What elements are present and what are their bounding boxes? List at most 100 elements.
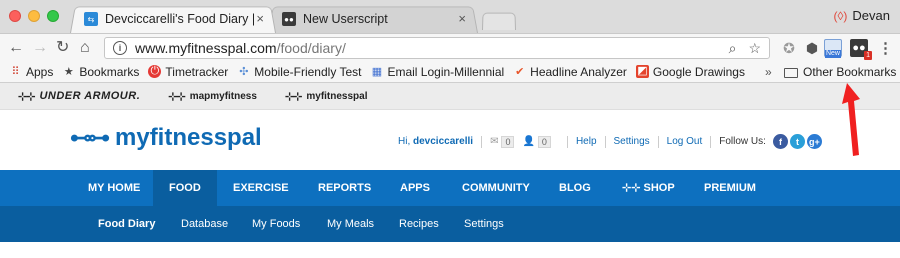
bookmark-label: Timetracker	[165, 64, 229, 79]
extension-gray-icon[interactable]: ✪	[780, 39, 798, 57]
zoom-search-icon[interactable]: ⌕	[729, 40, 737, 57]
subnav-my-foods[interactable]: My Foods	[252, 206, 300, 242]
tab-title: New Userscript	[303, 12, 388, 26]
ua-link-mapmyfitness[interactable]: ⊹⊹ mapmyfitness	[168, 90, 257, 103]
subnav-database[interactable]: Database	[181, 206, 228, 242]
mfp-favicon-icon: ⇆	[84, 12, 98, 26]
nav-reports[interactable]: REPORTS	[318, 170, 371, 206]
help-link[interactable]: Help	[576, 136, 597, 147]
site-header: ⊷⊶ myfitnesspal Hi, devciccarelli ✉ 0 👤 0 …	[0, 110, 900, 170]
timetracker-icon: ⏻	[148, 65, 162, 78]
tab-strip: ⇆ Devciccarelli's Food Diary | My × ●● N…	[0, 0, 900, 33]
bookmark-headline-analyzer[interactable]: ✔ Headline Analyzer	[513, 65, 627, 79]
bookmark-email-login[interactable]: ▦ Email Login-Millennial	[370, 65, 504, 79]
username-link[interactable]: devciccarelli	[413, 136, 473, 147]
extension-new-icon[interactable]: New	[824, 39, 842, 58]
reload-icon[interactable]: ↻	[56, 38, 69, 58]
ua-link-label: mapmyfitness	[189, 90, 257, 102]
google-plus-icon[interactable]: g+	[806, 134, 822, 149]
profile-icon: (◊)	[833, 8, 848, 23]
bookmark-mobile-friendly[interactable]: ✣ Mobile-Friendly Test	[237, 65, 361, 79]
close-window-button[interactable]	[9, 10, 21, 22]
nav-exercise[interactable]: EXERCISE	[233, 170, 289, 206]
tampermonkey-extension-icon[interactable]: ●● 1	[850, 39, 872, 60]
site-logo[interactable]: ⊷⊶ myfitnesspal	[70, 124, 262, 152]
user-links: Hi, devciccarelli ✉ 0 👤 0 Help Settings Lo…	[398, 134, 822, 149]
apps-grid-icon: ⠿	[11, 66, 20, 78]
logo-text: myfitnesspal	[115, 124, 262, 151]
bookmark-star-icon[interactable]: ☆	[748, 40, 761, 57]
back-arrow-icon[interactable]: ←	[8, 38, 24, 58]
ua-logo-icon: ⊷⊶	[70, 125, 110, 150]
divider	[710, 135, 712, 148]
bookmarks-bar: ⠿ Apps ★ Bookmarks ⏻ Timetracker ✣ Mobil…	[0, 61, 900, 83]
bookmark-label: Mobile-Friendly Test	[254, 64, 362, 79]
bookmark-bookmarks[interactable]: ★ Bookmarks	[62, 65, 139, 79]
url-domain: www.myfitnesspal.com	[135, 40, 277, 56]
forward-arrow-icon[interactable]: →	[32, 38, 48, 58]
tampermonkey-favicon-icon: ●●	[282, 12, 296, 26]
main-nav: MY HOME FOOD EXERCISE REPORTS APPS COMMU…	[0, 170, 900, 206]
nav-my-home[interactable]: MY HOME	[88, 170, 140, 206]
bookmark-label: Bookmarks	[79, 64, 140, 79]
twitter-icon[interactable]: t	[789, 134, 805, 149]
browser-window: ⇆ Devciccarelli's Food Diary | My × ●● N…	[0, 0, 900, 258]
friends-link[interactable]: 👤 0	[522, 135, 551, 148]
minimize-window-button[interactable]	[28, 10, 40, 22]
follow-label: Follow Us:	[719, 136, 766, 147]
tab-title: Devciccarelli's Food Diary | My	[105, 12, 255, 26]
ua-logo-icon: ⊹⊹	[284, 90, 302, 103]
facebook-icon[interactable]: f	[772, 134, 788, 149]
ua-logo-icon: ⊹⊹	[18, 90, 35, 103]
url-text: www.myfitnesspal.com/food/diary/	[135, 40, 346, 56]
ua-brand-link[interactable]: ⊹⊹ UNDER ARMOUR.	[18, 90, 140, 103]
settings-link[interactable]: Settings	[614, 136, 650, 147]
bookmark-label: Headline Analyzer	[530, 64, 627, 79]
ua-logo-icon: ⊹⊹	[168, 90, 185, 103]
star-icon: ★	[63, 66, 74, 78]
sub-nav: Food Diary Database My Foods My Meals Re…	[0, 206, 900, 242]
extension-hexagon-icon[interactable]: ⬢	[803, 39, 821, 57]
zoom-window-button[interactable]	[47, 10, 59, 22]
divider	[604, 135, 606, 148]
bookmark-label: Google Drawings	[652, 64, 745, 79]
subnav-recipes[interactable]: Recipes	[399, 206, 439, 242]
info-icon[interactable]: i	[113, 41, 127, 55]
nav-blog[interactable]: BLOG	[559, 170, 591, 206]
logout-link[interactable]: Log Out	[667, 136, 703, 147]
bookmark-timetracker[interactable]: ⏻ Timetracker	[148, 65, 228, 79]
greeting: Hi, devciccarelli	[398, 136, 474, 147]
headline-icon: ✔	[515, 66, 525, 78]
browser-toolbar: ← → ↻ ⌂ i www.myfitnesspal.com/food/diar…	[0, 33, 900, 61]
close-tab-icon[interactable]: ×	[256, 11, 264, 26]
bookmark-apps[interactable]: ⠿ Apps	[9, 65, 53, 79]
nav-premium[interactable]: PREMIUM	[704, 170, 756, 206]
address-bar[interactable]: i www.myfitnesspal.com/food/diary/ ⌕ ☆	[104, 37, 770, 59]
messages-count: 0	[501, 135, 515, 148]
tab-new-userscript[interactable]: ●● New Userscript ×	[268, 5, 478, 33]
home-icon[interactable]: ⌂	[80, 38, 90, 58]
count-badge: 1	[864, 51, 872, 60]
profile-button[interactable]: (◊) Devan	[834, 8, 891, 23]
nav-shop[interactable]: ⊹⊹ SHOP	[622, 170, 675, 206]
nav-apps[interactable]: APPS	[400, 170, 430, 206]
nav-food[interactable]: FOOD	[153, 170, 217, 206]
bookmark-label: Email Login-Millennial	[387, 64, 505, 79]
menu-dots-icon[interactable]: ⋮	[878, 39, 893, 57]
ua-logo-icon: ⊹⊹	[622, 182, 644, 194]
ua-link-myfitnesspal[interactable]: ⊹⊹ myfitnesspal	[285, 90, 368, 103]
bookmark-google-drawings[interactable]: ◩ Google Drawings	[635, 64, 745, 79]
nav-community[interactable]: COMMUNITY	[462, 170, 530, 206]
folder-icon	[784, 67, 798, 78]
subnav-settings[interactable]: Settings	[464, 206, 504, 242]
close-tab-icon[interactable]: ×	[458, 11, 466, 26]
bookmarks-overflow-icon[interactable]: »	[765, 65, 772, 79]
new-tab-button[interactable]	[482, 12, 516, 31]
annotation-arrow-icon	[842, 83, 860, 156]
messages-link[interactable]: ✉ 0	[490, 135, 515, 148]
tab-food-diary[interactable]: ⇆ Devciccarelli's Food Diary | My ×	[70, 5, 276, 33]
mobile-test-icon: ✣	[239, 66, 249, 78]
subnav-food-diary[interactable]: Food Diary	[98, 206, 155, 242]
profile-name: Devan	[852, 8, 890, 23]
subnav-my-meals[interactable]: My Meals	[327, 206, 374, 242]
